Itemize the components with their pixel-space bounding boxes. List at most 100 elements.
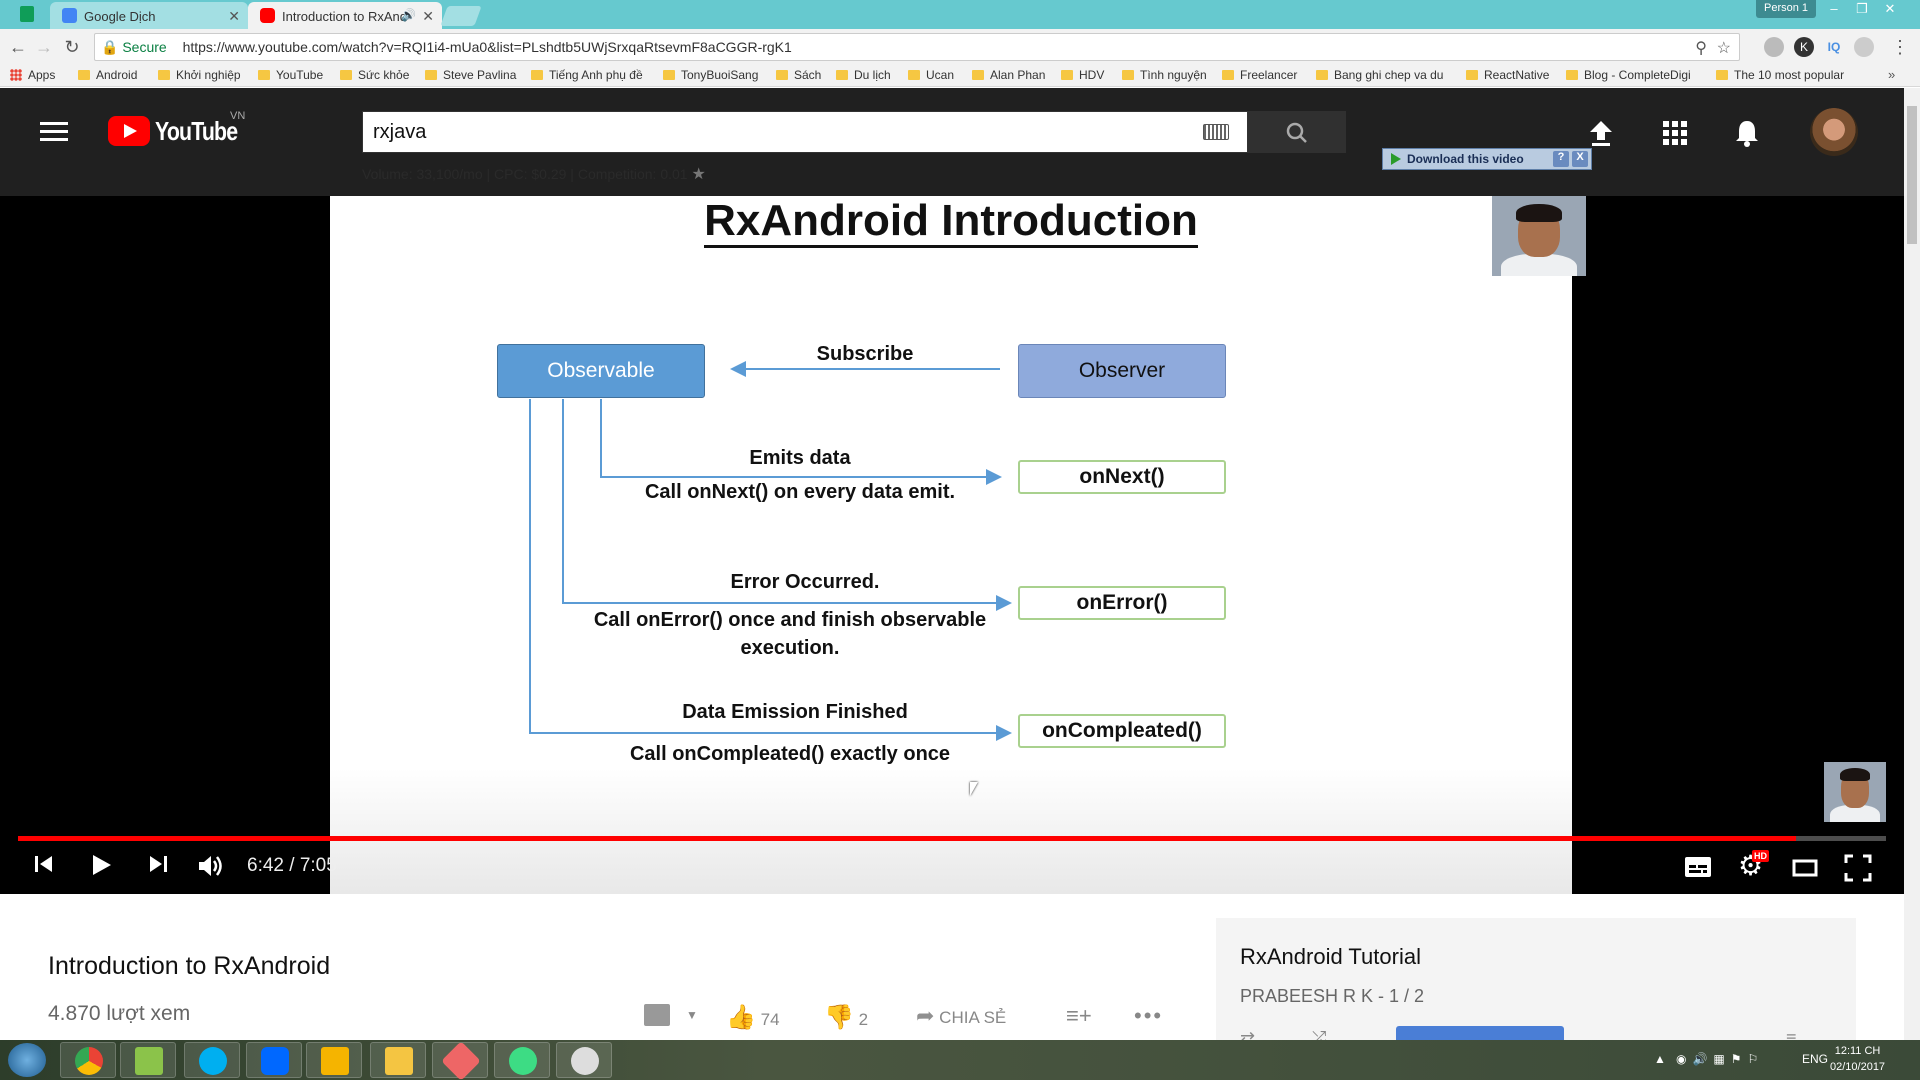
help-button[interactable]: ? bbox=[1553, 151, 1569, 167]
playlist-title[interactable]: RxAndroid Tutorial bbox=[1240, 944, 1421, 970]
reload-button[interactable]: ↻ bbox=[60, 35, 84, 59]
download-video-widget[interactable]: Download this video ? X bbox=[1382, 148, 1592, 170]
search-query: rxjava bbox=[373, 121, 427, 143]
mouse-cursor-icon bbox=[970, 782, 978, 796]
play-icon bbox=[1391, 153, 1401, 165]
bookmark-reactnative[interactable]: ReactNative bbox=[1466, 68, 1549, 82]
apps-icon bbox=[10, 69, 22, 81]
bookmark-10-most-popular[interactable]: The 10 most popular bbox=[1716, 68, 1844, 82]
star-icon[interactable]: ★ bbox=[691, 166, 705, 183]
extension-k-icon[interactable]: K bbox=[1794, 37, 1814, 57]
avatar[interactable] bbox=[1810, 108, 1858, 156]
like-button[interactable]: 👍 74 bbox=[726, 1003, 780, 1032]
restore-button[interactable]: ❐ bbox=[1848, 0, 1876, 20]
apps-grid-icon[interactable] bbox=[1660, 118, 1690, 148]
page-scrollbar[interactable] bbox=[1904, 88, 1920, 1040]
volume-icon[interactable] bbox=[196, 852, 224, 880]
extension-icon[interactable] bbox=[1854, 37, 1874, 57]
bookmark-blog-completedigi[interactable]: Blog - CompleteDigi bbox=[1566, 68, 1691, 82]
extension-iq-icon[interactable]: IQ bbox=[1824, 37, 1844, 57]
bookmark-sach[interactable]: Sách bbox=[776, 68, 821, 82]
add-to-icon[interactable] bbox=[644, 1004, 670, 1026]
language-indicator[interactable]: ENG bbox=[1802, 1052, 1828, 1066]
keyboard-icon[interactable] bbox=[1203, 124, 1229, 140]
taskbar-app[interactable] bbox=[306, 1042, 362, 1078]
back-button[interactable]: ← bbox=[6, 35, 30, 59]
close-icon[interactable]: ✕ bbox=[228, 8, 240, 25]
tab-introduction-rxandroid[interactable]: Introduction to RxAnd 🔊 ✕ bbox=[248, 2, 442, 29]
taskbar-chrome[interactable] bbox=[60, 1042, 116, 1078]
oncompleted-box: onCompleated() bbox=[1018, 714, 1226, 748]
bookmark-alan-phan[interactable]: Alan Phan bbox=[972, 68, 1045, 82]
sheets-app-icon[interactable] bbox=[20, 6, 34, 22]
scrollbar-thumb[interactable] bbox=[1907, 106, 1917, 244]
close-button[interactable]: X bbox=[1572, 151, 1588, 167]
taskbar-explorer[interactable] bbox=[370, 1042, 426, 1078]
taskbar-app[interactable] bbox=[556, 1042, 612, 1078]
hamburger-menu-icon[interactable] bbox=[40, 122, 68, 142]
address-bar[interactable]: 🔒 Secure https://www.youtube.com/watch?v… bbox=[94, 33, 1740, 61]
taskbar-clock[interactable]: 12:11 CH 02/10/2017 bbox=[1830, 1043, 1885, 1075]
start-button[interactable] bbox=[8, 1043, 46, 1077]
audio-icon[interactable]: 🔊 bbox=[401, 8, 416, 22]
progress-bar[interactable] bbox=[18, 836, 1886, 841]
tab-google-dich[interactable]: Google Dịch ✕ bbox=[50, 2, 248, 29]
subtitles-icon[interactable] bbox=[1684, 856, 1712, 878]
next-icon[interactable] bbox=[146, 852, 170, 876]
subscribe-label: Subscribe bbox=[816, 343, 914, 365]
bookmark-ucan[interactable]: Ucan bbox=[908, 68, 954, 82]
tray-overflow-icon[interactable]: ▲ bbox=[1654, 1052, 1666, 1066]
bookmark-tinh-nguyen[interactable]: Tình nguyện bbox=[1122, 68, 1207, 82]
bookmark-tonybuoisang[interactable]: TonyBuoiSang bbox=[663, 68, 758, 82]
onerror-box: onError() bbox=[1018, 586, 1226, 620]
time-display: 6:42 / 7:05 bbox=[247, 855, 337, 876]
search-button[interactable] bbox=[1248, 111, 1346, 153]
bookmark-tieng-anh[interactable]: Tiếng Anh phụ đề bbox=[531, 68, 643, 82]
bookmark-freelancer[interactable]: Freelancer bbox=[1222, 68, 1297, 82]
add-to-playlist-icon[interactable]: ≡+ bbox=[1066, 1003, 1092, 1029]
tray-icons[interactable]: ◉🔊▦⚑⚐ bbox=[1676, 1052, 1764, 1066]
taskbar-app[interactable] bbox=[432, 1041, 488, 1080]
onnext-box: onNext() bbox=[1018, 460, 1226, 494]
share-button[interactable]: ➦ CHIA SẺ bbox=[916, 1003, 1006, 1029]
previous-icon[interactable] bbox=[32, 852, 56, 876]
bookmark-bang-ghi-chep[interactable]: Bang ghi chep va du bbox=[1316, 68, 1443, 82]
play-icon[interactable] bbox=[88, 852, 114, 878]
menu-icon[interactable]: ⋮ bbox=[1888, 35, 1912, 59]
more-actions-icon[interactable]: ••• bbox=[1134, 1003, 1163, 1029]
forward-button[interactable]: → bbox=[32, 35, 56, 59]
bookmark-khoi-nghiep[interactable]: Khởi nghiệp bbox=[158, 68, 241, 82]
video-player[interactable]: RxAndroid Introduction Observable Observ… bbox=[0, 196, 1904, 894]
extension-icon[interactable] bbox=[1764, 37, 1784, 57]
close-window-button[interactable]: ✕ bbox=[1876, 0, 1904, 20]
taskbar-app[interactable] bbox=[120, 1042, 176, 1078]
chrome-icon bbox=[75, 1047, 103, 1075]
bookmark-youtube[interactable]: YouTube bbox=[258, 68, 323, 82]
channel-watermark[interactable] bbox=[1824, 762, 1886, 822]
fullscreen-icon[interactable] bbox=[1844, 854, 1872, 882]
zalo-icon bbox=[261, 1047, 289, 1075]
new-tab-button[interactable] bbox=[440, 6, 482, 26]
theater-mode-icon[interactable] bbox=[1792, 858, 1818, 878]
bookmark-hdv[interactable]: HDV bbox=[1061, 68, 1104, 82]
bookmarks-overflow-icon[interactable]: » bbox=[1888, 67, 1895, 82]
taskbar-zalo[interactable] bbox=[246, 1042, 302, 1078]
thumbs-down-icon: 👎 bbox=[824, 1004, 854, 1031]
profile-button[interactable]: Person 1 bbox=[1756, 0, 1817, 18]
taskbar-skype[interactable] bbox=[184, 1042, 240, 1078]
upload-icon[interactable] bbox=[1586, 118, 1616, 148]
bookmark-suc-khoe[interactable]: Sức khỏe bbox=[340, 68, 409, 82]
close-icon[interactable]: ✕ bbox=[422, 8, 434, 25]
zoom-icon[interactable]: ⚲ bbox=[1695, 38, 1707, 58]
bookmark-android[interactable]: Android bbox=[78, 68, 137, 82]
bookmark-steve-pavlina[interactable]: Steve Pavlina bbox=[425, 68, 516, 82]
bookmark-star-icon[interactable]: ☆ bbox=[1717, 38, 1731, 58]
bookmark-du-lich[interactable]: Du lịch bbox=[836, 68, 891, 82]
taskbar-android-studio[interactable] bbox=[494, 1042, 550, 1078]
notifications-bell-icon[interactable] bbox=[1732, 118, 1762, 148]
bookmark-apps[interactable]: Apps bbox=[10, 68, 55, 82]
minimize-button[interactable]: – bbox=[1820, 0, 1848, 20]
search-input[interactable]: rxjava bbox=[362, 111, 1248, 153]
chevron-down-icon[interactable]: ▼ bbox=[686, 1008, 698, 1022]
dislike-button[interactable]: 👎 2 bbox=[824, 1003, 868, 1032]
